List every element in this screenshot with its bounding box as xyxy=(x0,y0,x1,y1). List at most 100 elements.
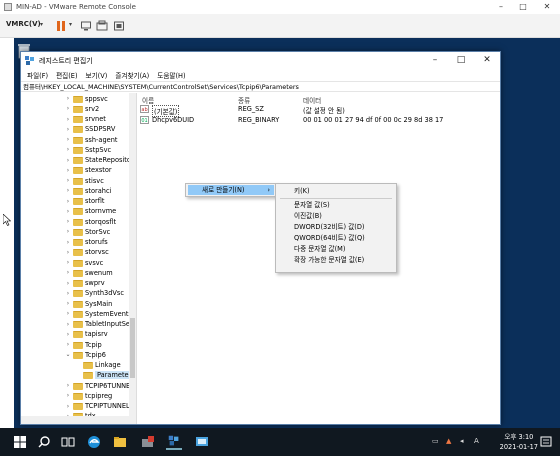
chevron-right-icon[interactable]: › xyxy=(65,218,71,225)
submenu-item-qword[interactable]: QWORD(64비트) 값(Q) xyxy=(276,233,396,244)
tree-item[interactable]: › svsvc xyxy=(21,258,130,268)
taskbar-clock[interactable]: 오후 3:10 2021-01-17 xyxy=(500,432,538,452)
notification-warning-icon[interactable]: ▲ xyxy=(446,437,451,445)
menu-help[interactable]: 도움말(H) xyxy=(153,70,189,80)
tree-item[interactable]: › sppsvc xyxy=(21,94,130,104)
chevron-right-icon[interactable]: › xyxy=(65,116,71,123)
tree-item[interactable]: › SysMain xyxy=(21,299,130,309)
tree-item[interactable]: › StorSvc xyxy=(21,227,130,237)
maximize-icon[interactable]: □ xyxy=(512,0,534,14)
tree-item[interactable]: › TabletInputService xyxy=(21,320,130,330)
tree-item[interactable]: › stexstor xyxy=(21,166,130,176)
tree-item[interactable]: Linkage xyxy=(21,361,130,371)
tree-item[interactable]: › swprv xyxy=(21,279,130,289)
tree-item[interactable]: › SSDPSRV xyxy=(21,125,130,135)
context-menu-new[interactable]: 새로 만들기(N) › xyxy=(188,185,274,195)
tree-horizontal-scrollbar[interactable] xyxy=(21,416,136,424)
tree-item[interactable]: › srvnet xyxy=(21,115,130,125)
chevron-right-icon[interactable]: › xyxy=(65,157,71,164)
submenu-item-binary[interactable]: 이진값(B) xyxy=(276,211,396,222)
send-ctrl-alt-del-icon[interactable] xyxy=(96,20,108,32)
vm-titlebar[interactable]: MIN-AD - VMware Remote Console – □ ✕ xyxy=(0,0,560,14)
tree-item[interactable]: › TCPIPTUNNEL xyxy=(21,402,130,412)
chevron-right-icon[interactable]: › xyxy=(65,269,71,276)
chevron-right-icon[interactable]: › xyxy=(65,290,71,297)
value-row[interactable]: 01 Dhcpv6DUID REG_BINARY 00 01 00 01 27 … xyxy=(140,116,495,126)
fullscreen-icon[interactable] xyxy=(113,20,125,32)
pause-dropdown-icon[interactable]: ▾ xyxy=(69,21,72,28)
tree-item[interactable]: › tcpipreg xyxy=(21,391,130,401)
column-header-data[interactable]: 데이터 xyxy=(303,95,321,105)
chevron-right-icon[interactable]: › xyxy=(65,259,71,266)
chevron-right-icon[interactable]: › xyxy=(65,95,71,102)
submenu-item-key[interactable]: 키(K) xyxy=(276,186,396,197)
chevron-right-icon[interactable]: › xyxy=(65,126,71,133)
submenu-item-dword[interactable]: DWORD(32비트) 값(D) xyxy=(276,222,396,233)
column-header-name[interactable]: 이름 xyxy=(142,95,154,105)
chevron-right-icon[interactable]: › xyxy=(65,392,71,399)
chevron-right-icon[interactable]: › xyxy=(65,403,71,410)
chevron-right-icon[interactable]: › xyxy=(65,105,71,112)
minimize-icon[interactable]: – xyxy=(490,0,512,14)
chevron-right-icon[interactable]: › xyxy=(65,146,71,153)
menu-file[interactable]: 파일(F) xyxy=(23,70,52,80)
chevron-right-icon[interactable]: › xyxy=(65,341,71,348)
regedit-titlebar[interactable]: 레지스트리 편집기 – □ ✕ xyxy=(21,52,500,69)
tree-item[interactable]: › SystemEventsBroker xyxy=(21,309,130,319)
submenu-item-multi-string[interactable]: 다중 문자열 값(M) xyxy=(276,244,396,255)
tree-item[interactable]: › srv2 xyxy=(21,104,130,114)
chevron-right-icon[interactable]: › xyxy=(65,331,71,338)
tree-item[interactable]: › stornvme xyxy=(21,207,130,217)
menu-view[interactable]: 보기(V) xyxy=(82,70,112,80)
tree-item[interactable]: › ssh-agent xyxy=(21,135,130,145)
submenu-item-string[interactable]: 문자열 값(S) xyxy=(276,200,396,211)
chevron-right-icon[interactable]: › xyxy=(65,177,71,184)
close-icon[interactable]: ✕ xyxy=(536,0,558,14)
notification-center-icon[interactable] xyxy=(538,434,554,450)
tree-vertical-scrollbar[interactable] xyxy=(129,93,136,416)
chevron-right-icon[interactable]: › xyxy=(65,136,71,143)
chevron-right-icon[interactable]: › xyxy=(65,321,71,328)
tree-item[interactable]: › TCPIP6TUNNEL xyxy=(21,381,130,391)
chevron-right-icon[interactable]: › xyxy=(65,300,71,307)
search-icon[interactable] xyxy=(36,434,52,450)
chevron-right-icon[interactable]: › xyxy=(65,167,71,174)
chevron-right-icon[interactable]: › xyxy=(65,198,71,205)
regedit-maximize-icon[interactable]: □ xyxy=(449,52,473,69)
chevron-right-icon[interactable]: › xyxy=(65,280,71,287)
address-bar[interactable]: 컴퓨터\HKEY_LOCAL_MACHINE\SYSTEM\CurrentCon… xyxy=(21,81,500,92)
network-icon[interactable]: ▭ xyxy=(432,437,439,445)
vmrc-menu-button[interactable]: VMRC(V) xyxy=(6,20,41,28)
ime-indicator[interactable]: A xyxy=(474,437,479,445)
tree-item[interactable]: › SstpSvc xyxy=(21,145,130,155)
menu-favorites[interactable]: 즐겨찾기(A) xyxy=(111,70,153,80)
edge-browser-icon[interactable] xyxy=(86,434,102,450)
regedit-taskbar-icon[interactable] xyxy=(166,434,182,450)
windows-start-icon[interactable] xyxy=(12,434,28,450)
registry-tree[interactable]: › sppsvc › srv2 › srvnet › SSDPSRV › ssh-agent › Ss… xyxy=(21,93,137,424)
pause-icon[interactable] xyxy=(55,20,67,32)
chevron-down-icon[interactable]: ⌄ xyxy=(65,351,71,358)
menu-edit[interactable]: 편집(E) xyxy=(52,70,81,80)
regedit-close-icon[interactable]: ✕ xyxy=(475,52,499,69)
tree-item[interactable]: › storahci xyxy=(21,186,130,196)
column-header-type[interactable]: 종류 xyxy=(238,95,250,105)
chevron-right-icon[interactable]: › xyxy=(65,239,71,246)
submenu-item-expandable-string[interactable]: 확장 가능한 문자열 값(E) xyxy=(276,255,396,266)
task-view-icon[interactable] xyxy=(60,434,76,450)
tree-item[interactable]: Parameters xyxy=(21,371,130,381)
chevron-down-icon[interactable]: ▾ xyxy=(40,21,43,28)
chevron-right-icon[interactable]: › xyxy=(65,382,71,389)
tree-item[interactable]: › swenum xyxy=(21,268,130,278)
tree-item[interactable]: › stisvc xyxy=(21,176,130,186)
server-manager-icon[interactable] xyxy=(140,434,156,450)
regedit-minimize-icon[interactable]: – xyxy=(423,52,447,69)
chevron-right-icon[interactable]: › xyxy=(65,310,71,317)
tree-item[interactable]: › storqosflt xyxy=(21,217,130,227)
chevron-right-icon[interactable]: › xyxy=(65,208,71,215)
volume-icon[interactable]: ◂ xyxy=(460,437,464,445)
tree-item[interactable]: › storflt xyxy=(21,197,130,207)
remote-desktop-icon[interactable] xyxy=(194,434,210,450)
chevron-right-icon[interactable]: › xyxy=(65,187,71,194)
tree-item[interactable]: ⌄ Tcpip6 xyxy=(21,350,130,360)
